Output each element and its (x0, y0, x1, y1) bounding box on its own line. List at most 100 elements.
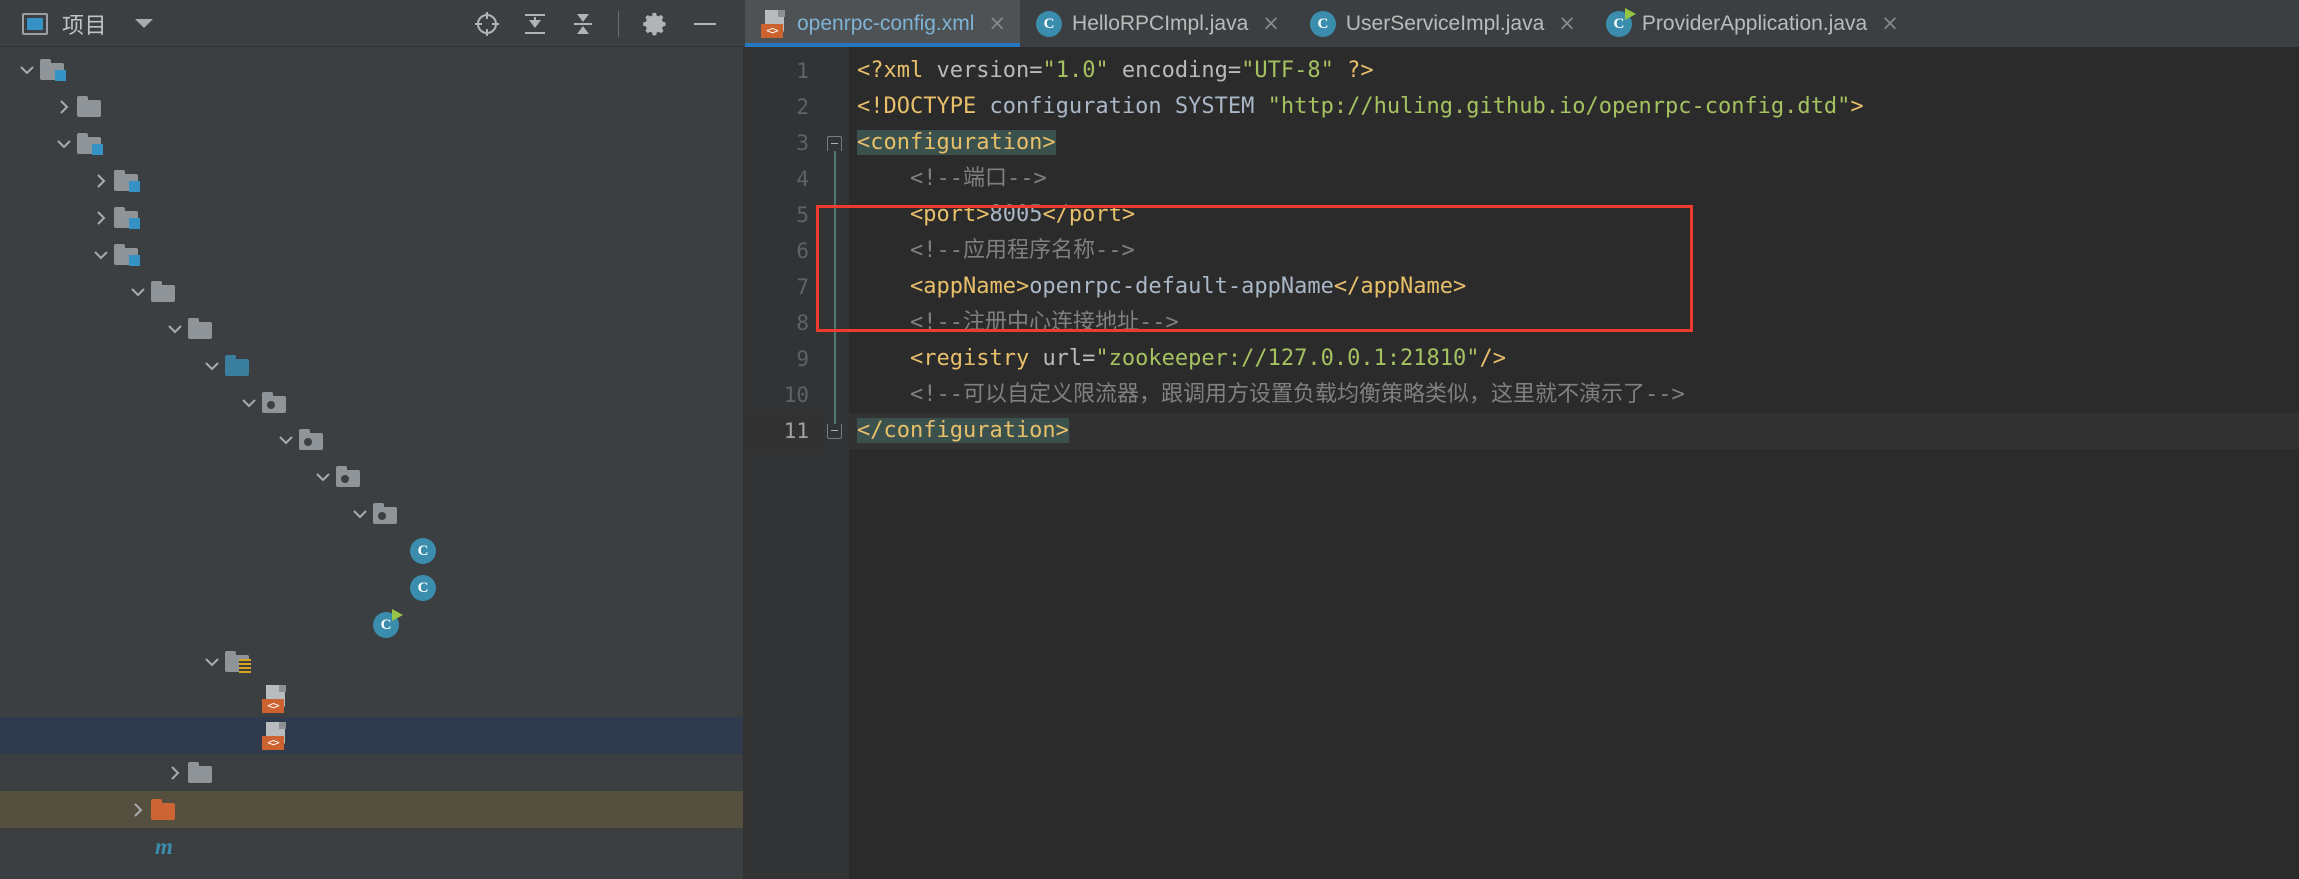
tree-row-openrpc[interactable] (0, 51, 745, 88)
tool-window-actions (474, 10, 745, 38)
tree-expander[interactable] (14, 61, 40, 79)
chevron-right-icon (129, 801, 147, 819)
code-token: "http://huling.github.io/openrpc-config.… (1268, 94, 1851, 119)
close-icon[interactable]: × (1558, 13, 1576, 34)
code-token: <!--应用程序名称--> (857, 238, 1135, 263)
chevron-down-icon (203, 653, 221, 671)
tree-row-src[interactable] (0, 273, 745, 310)
tree-row-pom-xml[interactable]: m (0, 828, 745, 865)
code-token: <registry (857, 346, 1042, 371)
tree-expander[interactable] (347, 505, 373, 523)
tab-label: UserServiceImpl.java (1346, 12, 1544, 36)
fold-slot (823, 377, 849, 413)
chevron-down-icon (18, 61, 36, 79)
module-folder-icon (40, 59, 66, 81)
fold-collapse-icon[interactable] (827, 424, 842, 439)
tree-row-test[interactable] (0, 754, 745, 791)
tree-expander[interactable] (310, 468, 336, 486)
java-class-icon: C (1310, 11, 1336, 37)
tree-row-huling[interactable] (0, 421, 745, 458)
close-icon[interactable]: × (988, 13, 1006, 34)
line-number: 7 (745, 269, 823, 305)
tab-openrpc-config-xml[interactable]: <> openrpc-config.xml × (745, 0, 1020, 47)
tree-expander[interactable] (199, 357, 225, 375)
tree-row-impl[interactable] (0, 495, 745, 532)
code-token: 8005 (989, 202, 1042, 227)
code-line[interactable]: <?xml version="1.0" encoding="UTF-8" ?> (849, 53, 2299, 89)
tree-expander[interactable] (162, 320, 188, 338)
expand-all-icon[interactable] (522, 11, 548, 37)
code-content[interactable]: <?xml version="1.0" encoding="UTF-8" ?><… (849, 47, 2299, 879)
tree-expander[interactable] (88, 209, 114, 227)
project-tree[interactable]: CCC <><> m (0, 47, 745, 879)
chevron-right-icon (92, 172, 110, 190)
tab-userserviceimpl-java[interactable]: C UserServiceImpl.java × (1294, 0, 1590, 47)
tree-expander[interactable] (236, 394, 262, 412)
tree-row-main[interactable] (0, 310, 745, 347)
chevron-down-icon (92, 246, 110, 264)
close-icon[interactable]: × (1881, 13, 1899, 34)
tab-hellorpcimpl-java[interactable]: C HelloRPCImpl.java × (1020, 0, 1294, 47)
code-line[interactable]: <!--注册中心连接地址--> (849, 305, 2299, 341)
tree-row--idea[interactable] (0, 88, 745, 125)
java-runnable-class-icon: C (1606, 11, 1632, 37)
tree-expander[interactable] (273, 431, 299, 449)
tree-row-target[interactable] (0, 791, 745, 828)
tree-expander[interactable] (125, 801, 151, 819)
code-token: </port> (1042, 202, 1135, 227)
code-token: > (1850, 94, 1863, 119)
line-number: 3 (745, 125, 823, 161)
chevron-down-icon[interactable] (135, 19, 153, 28)
code-line[interactable]: <appName>openrpc-default-appName</appNam… (849, 269, 2299, 305)
tree-row-openrpc-demo[interactable] (0, 125, 745, 162)
tree-expander[interactable] (51, 135, 77, 153)
tree-row-userserviceimpl[interactable]: C (0, 569, 745, 606)
tree-expander[interactable] (199, 653, 225, 671)
tree-row-openrpc-api[interactable] (0, 162, 745, 199)
tree-expander[interactable] (88, 172, 114, 190)
fold-slot (823, 341, 849, 377)
code-token: url= (1042, 346, 1095, 371)
fold-collapse-icon[interactable] (827, 136, 842, 151)
code-line[interactable]: <configuration> (849, 125, 2299, 161)
package-folder-icon (373, 503, 399, 525)
tree-row-com[interactable] (0, 384, 745, 421)
code-line[interactable]: <!--端口--> (849, 161, 2299, 197)
tree-row-java[interactable] (0, 347, 745, 384)
intention-bulb-icon[interactable] (797, 377, 819, 403)
code-line[interactable]: <!--可以自定义限流器，跟调用方设置负载均衡策略类似，这里就不演示了--> (849, 377, 2299, 413)
tab-providerapplication-java[interactable]: C ProviderApplication.java × (1590, 0, 1913, 47)
tree-expander[interactable] (88, 246, 114, 264)
tree-row-service[interactable] (0, 458, 745, 495)
tree-row-logback-xml[interactable]: <> (0, 680, 745, 717)
tree-expander[interactable] (125, 283, 151, 301)
tree-expander[interactable] (51, 98, 77, 116)
tree-row-providerapplication[interactable]: C (0, 606, 745, 643)
code-line[interactable]: <!DOCTYPE configuration SYSTEM "http://h… (849, 89, 2299, 125)
gear-icon[interactable] (641, 10, 669, 38)
tree-row-openrpc-config-xml[interactable]: <> (0, 717, 745, 754)
code-folding-strip[interactable] (823, 47, 849, 879)
tree-row-openrpc-provider[interactable] (0, 236, 745, 273)
tree-row-resources[interactable] (0, 643, 745, 680)
collapse-all-icon[interactable] (570, 11, 596, 37)
minimize-icon[interactable] (691, 11, 719, 37)
tree-expander[interactable] (162, 764, 188, 782)
code-line[interactable]: <registry url="zookeeper://127.0.0.1:218… (849, 341, 2299, 377)
fold-slot (823, 233, 849, 269)
code-line[interactable]: <!--应用程序名称--> (849, 233, 2299, 269)
code-token: openrpc-default-appName (1029, 274, 1334, 299)
close-icon[interactable]: × (1262, 13, 1280, 34)
locate-icon[interactable] (474, 11, 500, 37)
xml-file-icon: <> (761, 10, 787, 38)
code-editor[interactable]: 1234567891011 <?xml version="1.0" encodi… (745, 47, 2299, 879)
fold-slot (823, 305, 849, 341)
main-body: CCC <><> m 1234567891011 <?xml version="1.… (0, 47, 2299, 879)
line-number: 1 (745, 53, 823, 89)
code-line[interactable]: <port>8005</port> (849, 197, 2299, 233)
tree-row-openrpc-consumer[interactable] (0, 199, 745, 236)
code-token: "UTF-8" (1241, 58, 1334, 83)
code-line[interactable]: </configuration> (849, 413, 2299, 449)
tree-row-hellorpcimpl[interactable]: C (0, 532, 745, 569)
line-number: 5 (745, 197, 823, 233)
